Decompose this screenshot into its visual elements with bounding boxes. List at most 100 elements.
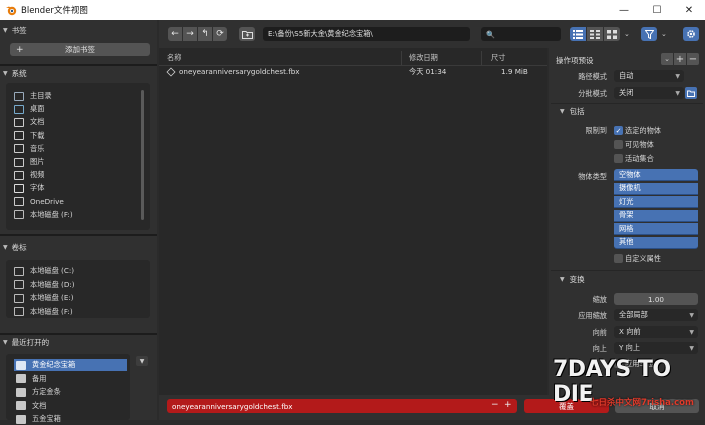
sidebar-item-system[interactable]: 本地磁盘 (F:) bbox=[14, 209, 73, 221]
remove-preset-button[interactable]: − bbox=[687, 53, 699, 65]
add-preset-button[interactable]: + bbox=[674, 53, 686, 65]
sidebar-item-recent[interactable]: 五金宝箱 bbox=[14, 413, 61, 425]
volumes-panel-header[interactable]: ▼ 卷标 bbox=[3, 241, 27, 254]
parent-directory-button[interactable]: ↰ bbox=[198, 27, 212, 41]
selected-objects-label: 选定的物体 bbox=[625, 126, 661, 135]
object-type-toggle[interactable]: 灯光 bbox=[614, 196, 698, 208]
forward-axis-dropdown[interactable]: X 向前 ▼ bbox=[614, 326, 698, 338]
divider bbox=[551, 270, 703, 271]
sidebar-item-volume[interactable]: 本地磁盘 (D:) bbox=[14, 279, 75, 291]
up-axis-dropdown[interactable]: Y 向上 ▼ bbox=[614, 342, 698, 354]
system-scrollbar[interactable] bbox=[141, 90, 144, 220]
presets-menu-icon[interactable]: ⌄ bbox=[661, 53, 673, 65]
visible-objects-checkbox[interactable] bbox=[614, 140, 623, 149]
file-list-area: 名称 修改日期 尺寸 oneyearanniversarygoldchest.f… bbox=[159, 48, 547, 420]
pictures-icon bbox=[14, 157, 24, 167]
folder-icon bbox=[16, 374, 26, 383]
sidebar-item-label: 方定金条 bbox=[32, 387, 61, 396]
filter-settings-chevron-icon[interactable]: ⌄ bbox=[661, 30, 667, 38]
thumbnail-view-button[interactable] bbox=[604, 27, 620, 41]
sidebar-item-system[interactable]: 字体 bbox=[14, 182, 44, 194]
sidebar-item-system[interactable]: 文档 bbox=[14, 116, 44, 128]
sidebar-item-recent[interactable]: 黄金纪念宝箱 bbox=[14, 359, 127, 371]
custom-properties-checkbox[interactable] bbox=[614, 254, 623, 263]
file-date: 今天 01:34 bbox=[409, 67, 447, 76]
disk-icon bbox=[14, 293, 24, 303]
sidebar-item-recent[interactable]: 方定金条 bbox=[14, 386, 61, 398]
object-type-toggle[interactable]: 网格 bbox=[614, 223, 698, 235]
collapse-chevron-icon: ▼ bbox=[3, 70, 8, 77]
active-collection-label: 活动集合 bbox=[625, 154, 654, 163]
system-panel-header[interactable]: ▼ 系统 bbox=[3, 67, 27, 80]
batch-mode-dropdown[interactable]: 关闭 ▼ bbox=[614, 87, 684, 99]
minimize-button[interactable]: — bbox=[608, 0, 640, 20]
sidebar-item-system[interactable]: 图片 bbox=[14, 156, 44, 168]
transform-section-header[interactable]: ▼ 变换 bbox=[560, 274, 585, 285]
sidebar-item-label: 本地磁盘 (E:) bbox=[30, 293, 74, 302]
sidebar-item-volume[interactable]: 本地磁盘 (F:) bbox=[14, 306, 73, 318]
object-type-toggle[interactable]: 骨架 bbox=[614, 209, 698, 222]
close-button[interactable]: ✕ bbox=[673, 0, 705, 20]
scale-number-field[interactable]: 1.00 bbox=[614, 293, 698, 305]
sidebar-item-volume[interactable]: 本地磁盘 (C:) bbox=[14, 265, 74, 277]
apply-scalings-label: 应用缩放 bbox=[578, 311, 607, 320]
directory-path-field[interactable]: E:\备份\S5新大金\黄金纪念宝箱\ bbox=[263, 27, 470, 41]
display-settings-chevron-icon[interactable]: ⌄ bbox=[624, 30, 630, 38]
forward-arrow-button[interactable]: → bbox=[183, 27, 197, 41]
column-divider bbox=[481, 51, 482, 65]
apply-scalings-dropdown[interactable]: 全部局部 ▼ bbox=[614, 309, 698, 321]
path-mode-dropdown[interactable]: 自动 ▼ bbox=[614, 70, 684, 82]
filename-input[interactable]: oneyearanniversarygoldchest.fbx bbox=[167, 399, 517, 413]
object-type-toggle[interactable]: 其他 bbox=[614, 236, 698, 249]
add-bookmark-button[interactable]: + 添加书签 bbox=[10, 43, 150, 56]
selected-objects-checkbox[interactable]: ✓ bbox=[614, 126, 623, 135]
object-type-toggle[interactable]: 摄像机 bbox=[614, 182, 698, 195]
cloud-icon bbox=[14, 197, 24, 207]
column-header-size[interactable]: 尺寸 bbox=[491, 52, 505, 64]
sidebar-item-system[interactable]: 下载 bbox=[14, 130, 44, 142]
maximize-button[interactable]: ☐ bbox=[641, 0, 673, 20]
download-icon bbox=[14, 131, 24, 141]
sidebar-item-system[interactable]: 桌面 bbox=[14, 103, 44, 115]
decrement-filename-button[interactable]: − bbox=[491, 400, 499, 410]
sidebar-item-system[interactable]: 主目录 bbox=[14, 90, 52, 102]
sidebar-item-system[interactable]: OneDrive bbox=[14, 196, 64, 208]
search-field[interactable]: 🔍 bbox=[481, 27, 561, 41]
active-collection-checkbox[interactable] bbox=[614, 154, 623, 163]
sidebar-item-recent[interactable]: 文档 bbox=[14, 400, 46, 412]
list-view-icon bbox=[573, 29, 583, 39]
file-row[interactable]: oneyearanniversarygoldchest.fbx 今天 01:34 1… bbox=[165, 66, 541, 79]
sidebar-item-label: 图片 bbox=[30, 157, 45, 166]
filter-toggle-button[interactable] bbox=[641, 27, 657, 41]
sidebar-item-volume[interactable]: 本地磁盘 (E:) bbox=[14, 292, 74, 304]
include-section-header[interactable]: ▼ 包括 bbox=[560, 106, 585, 117]
refresh-button[interactable]: ⟳ bbox=[213, 27, 227, 41]
sidebar-item-label: 文档 bbox=[30, 117, 45, 127]
column-header-name[interactable]: 名称 bbox=[167, 52, 181, 64]
title-bar: Blender文件视图 — ☐ ✕ bbox=[0, 0, 705, 20]
sidebar-item-recent[interactable]: 备用 bbox=[14, 373, 46, 385]
sidebar-item-system[interactable]: 音乐 bbox=[14, 143, 44, 155]
recent-panel-header[interactable]: ▼ 最近打开的 bbox=[3, 336, 49, 349]
settings-toggle-button[interactable] bbox=[683, 27, 699, 41]
sidebar-item-system[interactable]: 视频 bbox=[14, 169, 44, 181]
file-browser-header: ← → ↰ ⟳ E:\备份\S5新大金\黄金纪念宝箱\ 🔍 ⌄ ⌄ bbox=[159, 20, 705, 48]
horizontal-list-view-button[interactable] bbox=[587, 27, 603, 41]
back-arrow-button[interactable]: ← bbox=[168, 27, 182, 41]
add-bookmark-label: 添加书签 bbox=[65, 45, 95, 54]
scale-label: 缩放 bbox=[592, 295, 607, 304]
object-type-toggle[interactable]: 空物体 bbox=[614, 169, 698, 181]
recent-menu-chevron-icon[interactable]: ▼ bbox=[136, 356, 148, 366]
collapse-chevron-icon: ▼ bbox=[560, 108, 565, 115]
include-title: 包括 bbox=[569, 107, 585, 116]
bookmarks-panel-header[interactable]: ▼ 书签 bbox=[3, 24, 27, 37]
column-header-date[interactable]: 修改日期 bbox=[409, 52, 438, 64]
vertical-list-view-button[interactable] bbox=[570, 27, 586, 41]
batch-own-dir-toggle[interactable] bbox=[685, 87, 697, 99]
disk-icon bbox=[14, 307, 24, 316]
increment-filename-button[interactable]: + bbox=[504, 400, 512, 410]
new-folder-button[interactable] bbox=[239, 27, 255, 41]
visible-objects-label: 可见物体 bbox=[625, 140, 654, 149]
sidebar-item-label: 本地磁盘 (F:) bbox=[30, 209, 73, 219]
sidebar-item-label: 备用 bbox=[32, 373, 47, 383]
